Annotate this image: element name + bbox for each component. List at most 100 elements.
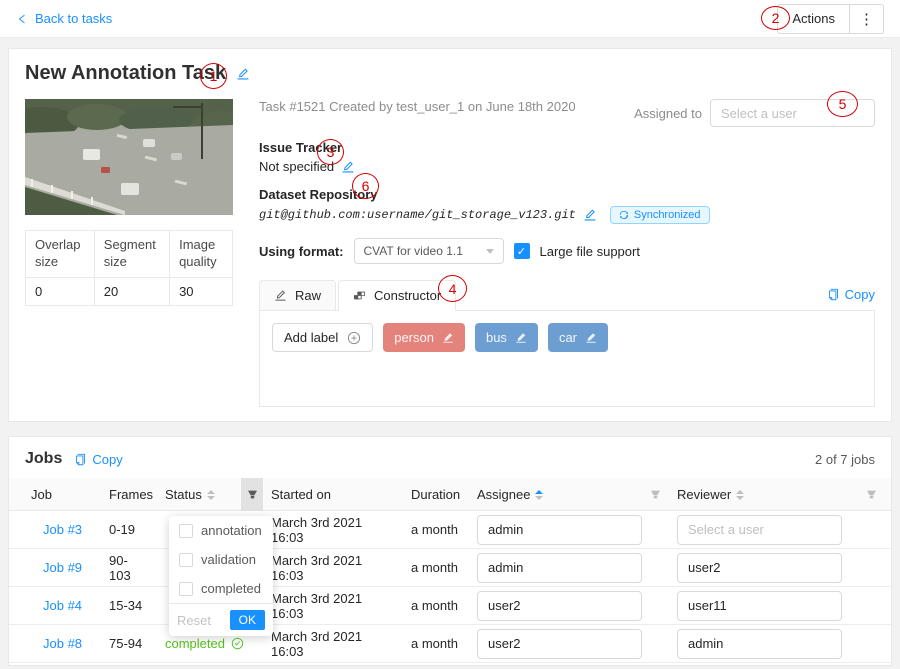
- actions-button-group: Actions ⋮: [777, 4, 884, 34]
- more-vertical-icon[interactable]: ⋮: [850, 5, 883, 33]
- large-file-support-checkbox[interactable]: ✓: [514, 243, 530, 259]
- checkbox-unchecked[interactable]: [179, 553, 193, 567]
- label-edit-icon[interactable]: [442, 332, 454, 344]
- duration-cell: a month: [403, 598, 469, 613]
- sync-status-label: Synchronized: [634, 209, 701, 221]
- tab-constructor[interactable]: Constructor: [338, 280, 456, 311]
- params-header-row: Overlap size Segment size Image quality: [26, 231, 233, 278]
- task-left-column: Overlap size Segment size Image quality …: [25, 99, 233, 407]
- jobs-table-header: Job Frames Status Started on Duration As…: [9, 478, 891, 511]
- column-status[interactable]: Status: [157, 478, 263, 511]
- assignee-input[interactable]: [477, 553, 642, 583]
- jobs-header: Jobs Copy 2 of 7 jobs: [9, 437, 891, 478]
- label-tag-car[interactable]: car: [548, 323, 608, 352]
- duration-cell: a month: [403, 636, 469, 651]
- assignee-filter-icon[interactable]: [650, 489, 661, 500]
- repository-edit-icon[interactable]: [583, 208, 597, 222]
- label-edit-icon[interactable]: [585, 332, 597, 344]
- back-label: Back to tasks: [35, 11, 112, 26]
- reviewer-input[interactable]: [677, 515, 842, 545]
- image-quality-value: 30: [170, 277, 233, 305]
- task-title: New Annotation Task: [25, 62, 226, 85]
- labels-constructor-panel: Add label person bus: [259, 311, 875, 407]
- sort-caret-icon[interactable]: [207, 490, 215, 500]
- back-chevron-icon: [16, 13, 28, 25]
- issue-tracker-edit-icon[interactable]: [341, 160, 355, 174]
- filter-option-label: annotation: [201, 523, 262, 538]
- filter-ok-button[interactable]: OK: [230, 610, 265, 630]
- assignee-input[interactable]: [477, 629, 642, 659]
- column-assignee-label: Assignee: [477, 487, 530, 502]
- dataset-repository-label: Dataset Repository: [259, 187, 875, 202]
- frames-cell: 15-34: [101, 598, 157, 613]
- column-assignee[interactable]: Assignee: [469, 487, 669, 502]
- label-tag-bus[interactable]: bus: [475, 323, 538, 352]
- jobs-card: Jobs Copy 2 of 7 jobs Job Frames Status …: [8, 436, 892, 666]
- jobs-copy-button[interactable]: Copy: [74, 452, 122, 467]
- sort-caret-icon[interactable]: [535, 490, 543, 500]
- sort-caret-icon[interactable]: [736, 490, 744, 500]
- labels-copy-label: Copy: [845, 287, 875, 302]
- assignee-input[interactable]: [477, 591, 642, 621]
- started-cell: March 3rd 2021 16:03: [263, 591, 403, 621]
- filter-option-completed[interactable]: completed: [169, 574, 273, 603]
- label-car-text: car: [559, 330, 577, 345]
- task-meta: Task #1521 Created by test_user_1 on Jun…: [259, 99, 576, 114]
- status-filter-icon[interactable]: [241, 478, 263, 511]
- task-assignee-input[interactable]: [710, 99, 875, 127]
- job-link[interactable]: Job #3: [43, 522, 82, 537]
- label-edit-icon[interactable]: [515, 332, 527, 344]
- reviewer-input[interactable]: [677, 629, 842, 659]
- started-cell: March 3rd 2021 16:03: [263, 629, 403, 659]
- started-cell: March 3rd 2021 16:03: [263, 515, 403, 545]
- filter-option-validation[interactable]: validation: [169, 545, 273, 574]
- format-select[interactable]: CVAT for video 1.1: [354, 238, 504, 264]
- large-file-support-label: Large file support: [540, 244, 640, 259]
- add-label-text: Add label: [284, 330, 338, 345]
- label-tag-person[interactable]: person: [383, 323, 465, 352]
- duration-cell: a month: [403, 560, 469, 575]
- actions-button[interactable]: Actions: [778, 5, 849, 33]
- tab-raw[interactable]: Raw: [259, 280, 336, 311]
- overlap-size-value: 0: [26, 277, 95, 305]
- reviewer-input[interactable]: [677, 553, 842, 583]
- job-row: Job #4 15-34 March 3rd 2021 16:03 a mont…: [9, 587, 891, 625]
- column-started: Started on: [263, 487, 403, 502]
- column-frames: Frames: [101, 487, 157, 502]
- filter-option-annotation[interactable]: annotation: [169, 516, 273, 545]
- back-to-tasks-link[interactable]: Back to tasks: [16, 11, 112, 26]
- label-person-text: person: [394, 330, 434, 345]
- filter-reset-button[interactable]: Reset: [177, 613, 211, 628]
- task-title-edit-icon[interactable]: [236, 67, 250, 81]
- status-filter-dropdown: annotation validation completed Reset OK: [169, 516, 273, 636]
- issue-tracker-label: Issue Tracker: [259, 140, 875, 155]
- reviewer-filter-icon[interactable]: [866, 489, 877, 500]
- copy-icon: [827, 288, 840, 301]
- frames-cell: 90-103: [101, 553, 157, 583]
- labels-copy-button[interactable]: Copy: [827, 287, 875, 310]
- segment-size-value: 20: [94, 277, 169, 305]
- job-row: Job #8 75-94 completed March 3rd 2021 16…: [9, 625, 891, 663]
- checkbox-unchecked[interactable]: [179, 524, 193, 538]
- job-link[interactable]: Job #8: [43, 636, 82, 651]
- checkbox-unchecked[interactable]: [179, 582, 193, 596]
- jobs-count: 2 of 7 jobs: [815, 452, 875, 467]
- duration-cell: a month: [403, 522, 469, 537]
- dataset-repository-url[interactable]: git@github.com:username/git_storage_v123…: [259, 208, 576, 222]
- reviewer-input[interactable]: [677, 591, 842, 621]
- task-title-row: New Annotation Task: [25, 62, 875, 85]
- params-value-row: 0 20 30: [26, 277, 233, 305]
- column-duration: Duration: [403, 487, 469, 502]
- using-format-label: Using format:: [259, 244, 344, 259]
- status-badge: completed: [165, 636, 244, 651]
- overlap-size-header: Overlap size: [26, 231, 95, 278]
- add-label-button[interactable]: Add label: [272, 323, 373, 352]
- column-reviewer[interactable]: Reviewer: [669, 487, 891, 502]
- job-link[interactable]: Job #4: [43, 598, 82, 613]
- job-link[interactable]: Job #9: [43, 560, 82, 575]
- frames-cell: 0-19: [101, 522, 157, 537]
- assignee-input[interactable]: [477, 515, 642, 545]
- assigned-to-label: Assigned to: [634, 106, 702, 121]
- pencil-icon: [274, 289, 287, 302]
- image-quality-header: Image quality: [170, 231, 233, 278]
